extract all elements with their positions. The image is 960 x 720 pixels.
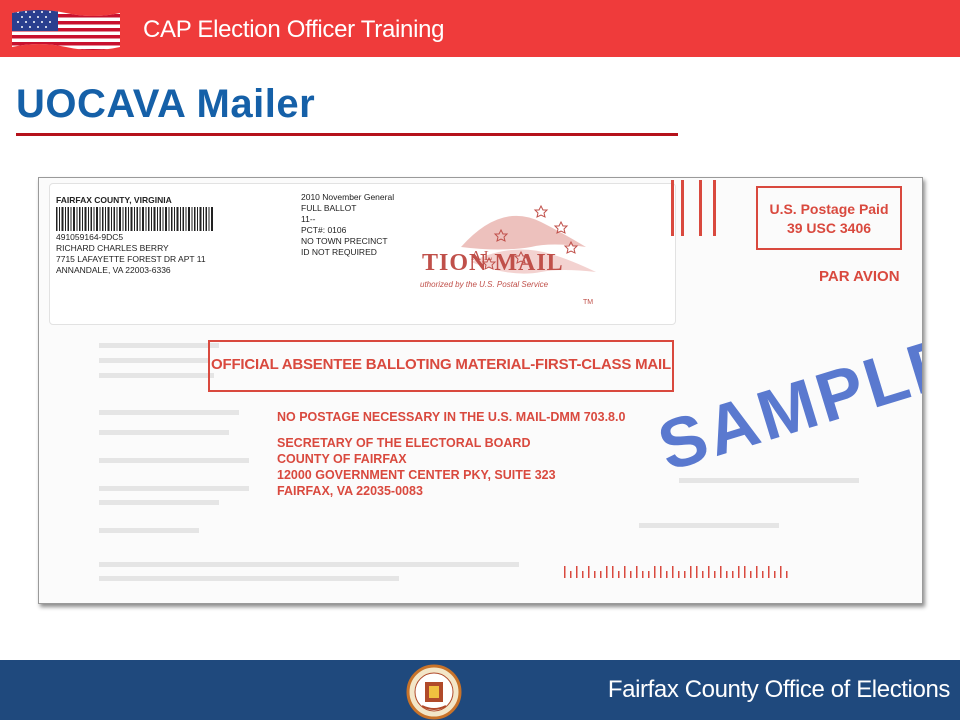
faint-print-line (99, 562, 519, 567)
us-flag-icon (12, 10, 120, 50)
ballot-code: 11-- (301, 214, 316, 224)
postal-barcode-icon (564, 566, 788, 578)
faint-print-line (99, 486, 249, 491)
county-label: FAIRFAX COUNTY, VIRGINIA (56, 195, 172, 205)
faint-print-line (99, 576, 399, 581)
postage-line1: U.S. Postage Paid (769, 201, 889, 217)
faint-print-line (99, 500, 219, 505)
header-bar: CAP Election Officer Training (0, 0, 960, 57)
logo-word: TION MAIL (422, 250, 564, 276)
faint-print-line (99, 373, 214, 378)
voter-id: 491059164-9DC5 (56, 232, 124, 242)
faint-print-line (99, 430, 229, 435)
par-avion-label: PAR AVION (819, 268, 900, 285)
header-title: CAP Election Officer Training (143, 16, 445, 43)
voter-name: RICHARD CHARLES BERRY (56, 243, 169, 253)
faint-print-line (679, 478, 859, 483)
id-requirement: ID NOT REQUIRED (301, 247, 377, 257)
return-line2: COUNTY OF FAIRFAX (277, 452, 407, 466)
town-precinct: NO TOWN PRECINCT (301, 236, 388, 246)
facing-identification-marks (671, 180, 716, 236)
election-name: 2010 November General (301, 192, 395, 202)
trademark-mark: TM (583, 299, 594, 306)
footer-text: Fairfax County Office of Elections (607, 676, 951, 703)
return-line3: 12000 GOVERNMENT CENTER PKY, SUITE 323 (277, 468, 556, 482)
footer-bar: Fairfax County Office of Elections (0, 660, 960, 720)
official-mail-label: OFFICIAL ABSENTEE BALLOTING MATERIAL-FIR… (208, 340, 674, 392)
ballot-info: 2010 November General FULL BALLOT 11-- P… (301, 192, 394, 258)
page-title: UOCAVA Mailer (16, 82, 316, 126)
barcode-icon (56, 207, 213, 231)
faint-print-line (99, 528, 199, 533)
faint-print-line (99, 358, 209, 363)
faint-print-line (99, 458, 249, 463)
return-address: NO POSTAGE NECESSARY IN THE U.S. MAIL-DM… (277, 409, 625, 499)
title-divider (16, 133, 678, 136)
faint-print-line (99, 343, 219, 348)
faint-print-line (99, 410, 239, 415)
voter-city: ANNANDALE, VA 22003-6336 (56, 265, 171, 275)
faint-print-line (639, 523, 779, 528)
ballot-type: FULL BALLOT (301, 203, 357, 213)
no-postage-note: NO POSTAGE NECESSARY IN THE U.S. MAIL-DM… (277, 410, 626, 424)
postage-line2: 39 USC 3406 (786, 220, 872, 236)
fairfax-county-seal-icon (406, 664, 462, 720)
return-line1: SECRETARY OF THE ELECTORAL BOARD (277, 436, 531, 450)
envelope-image: FAIRFAX COUNTY, VIRGINIA 491059164-9DC5 … (38, 177, 923, 604)
voter-street: 7715 LAFAYETTE FOREST DR APT 11 (56, 254, 206, 264)
precinct-number: PCT#: 0106 (301, 225, 347, 235)
recipient-address: FAIRFAX COUNTY, VIRGINIA 491059164-9DC5 … (56, 195, 214, 276)
postage-paid-indicia: U.S. Postage Paid 39 USC 3406 (756, 186, 902, 250)
return-line4: FAIRFAX, VA 22035-0083 (277, 484, 423, 498)
logo-subtitle: uthorized by the U.S. Postal Service (420, 280, 549, 289)
sample-stamp: SAMPLE (649, 320, 923, 486)
